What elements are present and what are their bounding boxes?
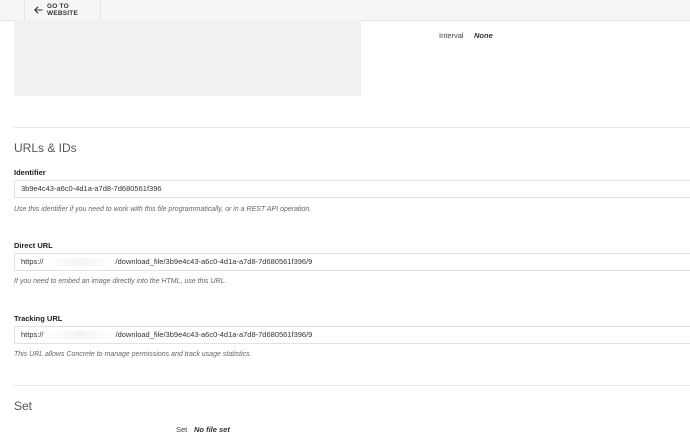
tracking-url-label: Tracking URL	[14, 314, 63, 323]
direct-url-prefix: https://	[21, 257, 44, 266]
direct-url-label: Direct URL	[14, 241, 53, 250]
urls-section-title: URLs & IDs	[14, 141, 77, 155]
direct-url-field[interactable]: https:// /download_file/3b9e4c43-a6c0-4d1…	[14, 253, 690, 271]
go-to-website-button[interactable]: GO TO WEBSITE	[25, 0, 101, 20]
interval-label: Interval	[439, 31, 464, 40]
set-section-title: Set	[14, 399, 33, 413]
identifier-help: Use this identifier if you need to work …	[14, 206, 312, 213]
section-divider	[14, 127, 690, 128]
interval-value: None	[474, 31, 493, 40]
tracking-url-field[interactable]: https:// /download_file/3b9e4c43-a6c0-4d1…	[14, 326, 690, 344]
arrow-left-icon	[34, 6, 43, 14]
tracking-url-help: This URL allows Concrete to manage permi…	[14, 351, 252, 358]
identifier-field[interactable]: 3b9e4c43-a6c0-4d1a-a7d8-7d680561f396	[14, 180, 690, 198]
top-bar-spacer	[0, 0, 25, 20]
section-divider	[14, 385, 690, 386]
identifier-value: 3b9e4c43-a6c0-4d1a-a7d8-7d680561f396	[21, 184, 162, 193]
redacted-domain	[43, 331, 116, 340]
direct-url-suffix: /download_file/3b9e4c43-a6c0-4d1a-a7d8-7…	[115, 257, 313, 266]
go-to-website-label: GO TO WEBSITE	[47, 3, 79, 17]
redacted-domain	[43, 258, 116, 267]
file-thumbnail	[14, 20, 361, 96]
identifier-label: Identifier	[14, 168, 46, 177]
direct-url-help: If you need to embed an image directly i…	[14, 278, 227, 285]
tracking-url-suffix: /download_file/3b9e4c43-a6c0-4d1a-a7d8-7…	[115, 330, 313, 339]
tracking-url-prefix: https://	[21, 330, 44, 339]
top-bar: GO TO WEBSITE	[0, 0, 690, 21]
